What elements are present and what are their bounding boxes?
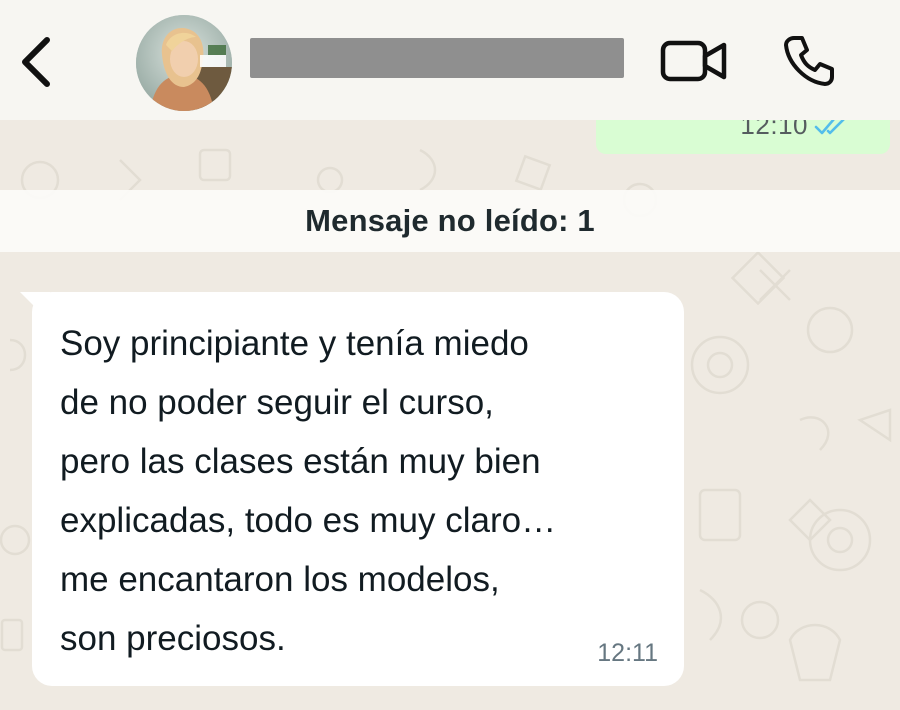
chat-header — [0, 0, 900, 120]
unread-messages-label: Mensaje no leído: 1 — [305, 203, 595, 238]
message-line: pero las clases están muy bien — [60, 442, 541, 481]
message-line: Soy principiante y tenía miedo — [60, 324, 529, 363]
message-line: de no poder seguir el curso, — [60, 383, 494, 422]
avatar[interactable] — [136, 15, 232, 111]
phone-icon — [784, 36, 834, 86]
contact-photo — [136, 15, 232, 111]
video-camera-icon — [660, 40, 727, 82]
unread-messages-banner: Mensaje no leído: 1 — [0, 190, 900, 252]
back-button[interactable] — [14, 32, 60, 92]
sent-message-time: 12:10 — [740, 120, 808, 140]
message-line: explicadas, todo es muy claro… — [60, 501, 557, 540]
contact-name-redacted[interactable] — [250, 38, 624, 78]
double-check-read-icon — [814, 120, 845, 135]
message-line: me encantaron los modelos, — [60, 560, 500, 599]
video-call-button[interactable] — [656, 35, 732, 87]
chat-screen: 12:10 Mensaje no leído: 1 Soy principian… — [0, 0, 900, 710]
message-line: son preciosos. — [60, 619, 286, 658]
chat-body[interactable]: 12:10 Mensaje no leído: 1 Soy principian… — [0, 120, 900, 710]
voice-call-button[interactable] — [776, 30, 842, 92]
sent-message-bubble[interactable]: 12:10 — [596, 120, 890, 154]
received-message-time: 12:11 — [597, 639, 658, 667]
received-message-bubble[interactable]: Soy principiante y tenía miedo de no pod… — [32, 292, 684, 686]
chevron-left-icon — [22, 37, 50, 87]
